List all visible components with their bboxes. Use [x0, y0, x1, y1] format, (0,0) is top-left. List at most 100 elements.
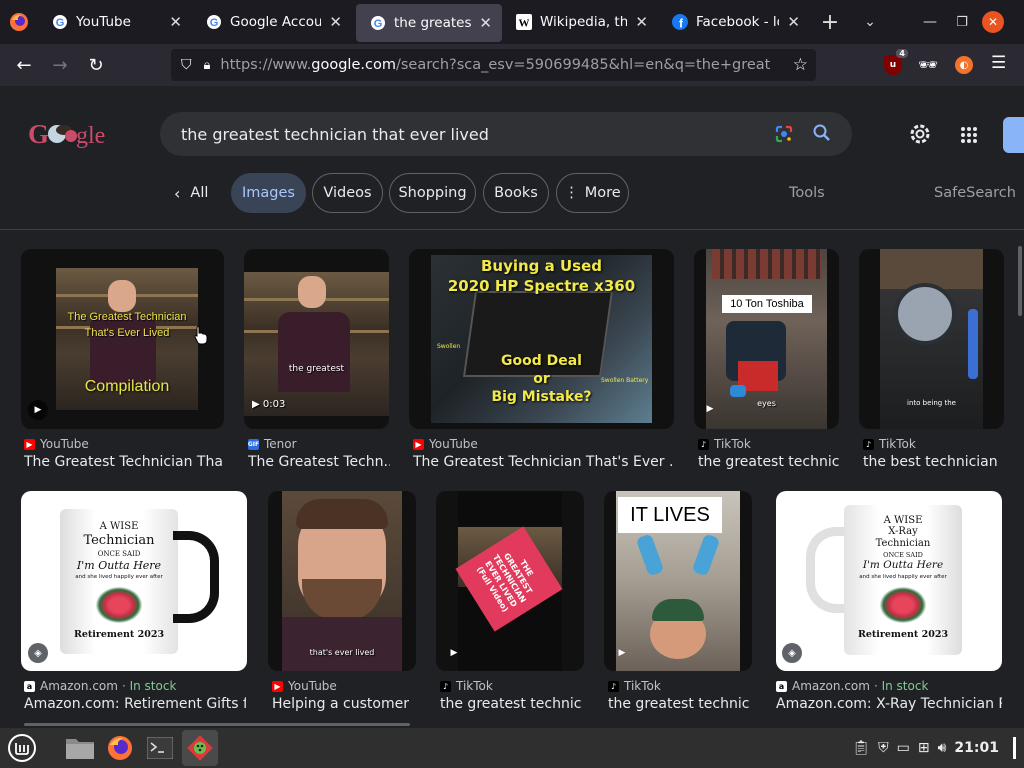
minimize-icon[interactable]: — — [910, 14, 950, 30]
filter-more[interactable]: ⋮ More — [556, 173, 629, 213]
clock[interactable]: 21:01 — [954, 740, 999, 756]
restore-icon[interactable]: ❐ — [950, 15, 974, 30]
filter-videos[interactable]: Videos — [312, 173, 383, 213]
result-title[interactable]: The Greatest Technician That's Ever ... — [413, 454, 673, 470]
result-thumbnail[interactable]: into being the — [859, 249, 1004, 429]
forward-arrow-icon[interactable]: → — [42, 47, 78, 83]
source-name: Amazon.com — [792, 679, 870, 693]
close-window-icon[interactable]: ✕ — [982, 11, 1004, 33]
result-title[interactable]: Helping a customer ... — [272, 696, 414, 712]
result-thumbnail[interactable]: IT LIVES ▶ — [604, 491, 752, 671]
close-tab-icon[interactable]: ✕ — [169, 13, 182, 31]
google-lens-icon[interactable] — [774, 124, 794, 148]
result-thumbnail[interactable]: 10 Ton Toshiba eyes ▶ — [694, 249, 839, 429]
firefox-menu-icon[interactable] — [0, 0, 38, 44]
result-title[interactable]: Amazon.com: X-Ray Technician R... — [776, 696, 1002, 712]
shield-icon[interactable]: ⛉ — [181, 57, 192, 73]
reload-icon[interactable]: ↻ — [78, 47, 114, 83]
close-tab-icon[interactable]: ✕ — [329, 13, 342, 31]
close-tab-icon[interactable]: ✕ — [635, 13, 648, 31]
mug-text: A WISE — [99, 521, 139, 532]
linux-mint-menu-icon[interactable] — [4, 730, 40, 766]
result-source: ♪ TikTok — [698, 437, 751, 451]
shield-update-icon[interactable]: ⛨ — [878, 740, 889, 756]
result-title[interactable]: the greatest technic... — [698, 454, 840, 470]
list-tabs-chevron-icon[interactable]: ⌄ — [850, 14, 890, 30]
mug-image: A WISE X-Ray Technician ONCE SAID I'm Ou… — [844, 505, 962, 655]
google-apps-grid-icon[interactable] — [960, 126, 978, 148]
new-tab-icon[interactable]: + — [810, 10, 850, 35]
hamburger-menu-icon[interactable]: ☰ — [991, 53, 1006, 73]
files-folder-icon[interactable] — [62, 730, 98, 766]
result-thumbnail[interactable]: A WISE X-Ray Technician ONCE SAID I'm Ou… — [776, 491, 1002, 671]
result-title[interactable]: the greatest technic... — [608, 696, 750, 712]
tiktok-icon: ♪ — [608, 680, 619, 692]
tab-google-search[interactable]: G the greatest tec ✕ — [356, 4, 502, 42]
filter-images[interactable]: Images — [231, 173, 306, 213]
back-arrow-icon[interactable]: ← — [6, 47, 42, 83]
url-bar[interactable]: ⛉ 🔒︎ https://www.google.com/search?sca_e… — [171, 49, 816, 81]
sign-in-button[interactable] — [1003, 117, 1024, 153]
result-title[interactable]: The Greatest Techn... — [248, 454, 390, 470]
result-thumbnail[interactable]: Buying a Used 2020 HP Spectre x360 Good … — [409, 249, 674, 429]
tab-wikipedia[interactable]: W Wikipedia, the f ✕ — [502, 0, 658, 44]
privacy-extension-icon[interactable]: ◐ — [955, 56, 973, 74]
source-name: Amazon.com — [40, 679, 118, 693]
result-title[interactable]: Amazon.com: Retirement Gifts f... — [24, 696, 246, 712]
result-thumbnail[interactable]: A WISE Technician ONCE SAID I'm Outta He… — [21, 491, 247, 671]
source-name: TikTok — [624, 679, 661, 693]
terminal-icon[interactable] — [142, 730, 178, 766]
result-thumbnail[interactable]: THE GREATEST TECHNICIAN EVER LIVED (Full… — [436, 491, 584, 671]
mug-text: I'm Outta Here — [76, 559, 162, 572]
source-name: TikTok — [714, 437, 751, 451]
tab-youtube[interactable]: G YouTube ✕ — [38, 0, 192, 44]
result-title[interactable]: the best technician ... — [863, 454, 1003, 470]
vertical-scrollbar[interactable] — [1018, 246, 1022, 316]
overlay-text: Big Mistake? — [491, 389, 592, 405]
show-desktop-button[interactable] — [1013, 737, 1016, 759]
ublock-origin-icon[interactable]: u 4 — [884, 49, 908, 75]
bookmark-star-icon[interactable]: ☆ — [793, 55, 808, 75]
filter-books[interactable]: Books — [483, 173, 549, 213]
app-icon[interactable] — [182, 730, 218, 766]
google-icon: G — [371, 16, 385, 30]
network-icon[interactable]: ⊞ — [918, 740, 930, 756]
filter-shopping[interactable]: Shopping — [389, 173, 476, 213]
person-head-image — [298, 276, 326, 308]
result-title[interactable]: The Greatest Technician Tha... — [24, 454, 224, 470]
lock-icon[interactable]: 🔒︎ — [204, 58, 211, 73]
result-thumbnail[interactable]: that's ever lived — [268, 491, 416, 671]
filter-all[interactable]: ‹ All — [174, 173, 208, 213]
result-title[interactable]: the greatest technic... — [440, 696, 582, 712]
video-frame-image: Buying a Used 2020 HP Spectre x360 Good … — [431, 255, 652, 423]
volume-icon[interactable]: 🔊︎ — [938, 740, 947, 756]
url-text[interactable]: https://www.google.com/search?sca_esv=59… — [220, 57, 770, 73]
tiktok-icon: ♪ — [863, 438, 874, 450]
video-frame-image: The Greatest Technician That's Ever Live… — [56, 268, 198, 410]
overlay-text: Swollen — [437, 343, 461, 350]
source-name: TikTok — [879, 437, 916, 451]
display-icon[interactable]: ▭ — [897, 740, 910, 756]
search-icon[interactable] — [812, 123, 832, 147]
search-input[interactable]: the greatest technician that ever lived — [160, 112, 852, 156]
tools-button[interactable]: Tools — [789, 185, 825, 201]
video-frame-image: THE GREATEST TECHNICIAN EVER LIVED (Full… — [455, 491, 563, 671]
result-thumbnail[interactable]: the greatest ▶ 0:03 — [244, 249, 389, 429]
video-frame-image: 10 Ton Toshiba eyes — [706, 249, 827, 429]
settings-gear-icon[interactable] — [908, 122, 932, 150]
tab-facebook[interactable]: f Facebook - log in ✕ — [658, 0, 810, 44]
safesearch-button[interactable]: SafeSearch — [934, 185, 1016, 201]
video-frame-image: IT LIVES — [616, 491, 740, 671]
extension-icon[interactable]: 🕶︎ — [918, 55, 938, 74]
mug-image: A WISE Technician ONCE SAID I'm Outta He… — [60, 509, 178, 654]
amazon-icon: a — [776, 680, 787, 692]
horizontal-scrollbar[interactable] — [24, 723, 410, 726]
close-tab-icon[interactable]: ✕ — [787, 13, 800, 31]
tiktok-icon: ♪ — [440, 680, 451, 692]
tab-google-account[interactable]: G Google Account ✕ — [192, 0, 352, 44]
result-source: ▶ YouTube — [24, 437, 89, 451]
clipboard-icon[interactable]: 📋︎ — [852, 740, 870, 756]
firefox-taskbar-icon[interactable] — [102, 730, 138, 766]
close-tab-icon[interactable]: ✕ — [479, 14, 492, 32]
google-doodle-logo[interactable]: G gle — [28, 116, 112, 152]
